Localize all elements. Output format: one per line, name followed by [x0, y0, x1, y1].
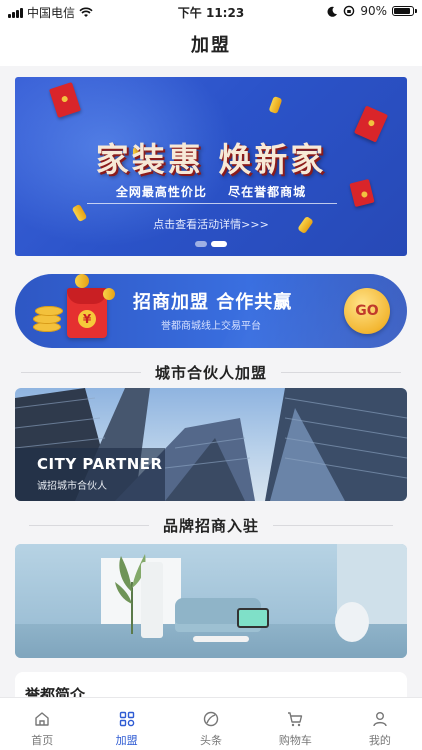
tab-join[interactable]: 加盟 — [84, 698, 168, 750]
gold-coin-decor — [75, 274, 89, 288]
tab-cart-label: 购物车 — [278, 734, 312, 747]
brand-recruit-card[interactable] — [15, 544, 407, 658]
go-button[interactable]: GO — [344, 288, 390, 334]
retro-tv-image — [237, 608, 269, 628]
carousel-dot[interactable] — [211, 241, 227, 247]
divider — [28, 524, 149, 526]
tab-join-label: 加盟 — [115, 734, 138, 747]
coin-stack-decor — [35, 306, 63, 316]
page: 中国电信 下午 11:23 90% 加盟 家装惠 焕新家 全网最高性价比 尽在誉… — [0, 0, 422, 750]
tab-home[interactable]: 首页 — [0, 698, 84, 750]
banner-subtitle: 全网最高性价比 尽在誉都商城 — [15, 183, 407, 200]
section-city-heading: 城市合伙人加盟 — [0, 361, 422, 383]
divider — [273, 524, 393, 526]
tab-headlines[interactable]: 头条 — [169, 698, 253, 750]
divider — [281, 371, 401, 373]
battery-label: 90% — [360, 4, 387, 18]
grid-icon — [119, 711, 134, 727]
user-icon — [373, 712, 387, 727]
section-brand-title: 品牌招商入驻 — [162, 516, 259, 535]
city-card-subtitle: 诚招城市合伙人 — [37, 481, 107, 492]
tab-headlines-label: 头条 — [200, 734, 223, 747]
nav-title: 加盟 — [0, 22, 422, 66]
carousel-dot[interactable] — [195, 241, 207, 247]
section-brand-heading: 品牌招商入驻 — [0, 514, 422, 536]
banner-link[interactable]: 点击查看活动详情>>> — [15, 216, 407, 232]
coffee-table-image — [193, 636, 249, 642]
carousel-dots[interactable] — [15, 241, 407, 247]
tab-bar: 首页 加盟 头条 购物车 我的 — [0, 697, 422, 750]
join-subtitle: 誉都商城线上交易平台 — [161, 321, 261, 332]
join-card[interactable]: ¥ 招商加盟 合作共赢 誉都商城线上交易平台 GO — [15, 274, 407, 348]
tab-profile-label: 我的 — [368, 734, 391, 747]
home-icon — [35, 712, 49, 726]
join-title: 招商加盟 合作共赢 — [133, 292, 293, 313]
city-partner-card[interactable]: CITY PARTNER 诚招城市合伙人 — [15, 388, 407, 501]
battery-icon — [392, 6, 417, 16]
section-city-title: 城市合伙人加盟 — [154, 363, 267, 382]
red-packet-icon: ¥ — [67, 288, 107, 338]
orientation-lock-icon — [344, 5, 355, 17]
city-card-title: CITY PARTNER — [37, 455, 163, 473]
divider — [20, 371, 141, 373]
banner-divider — [87, 203, 337, 204]
tab-home-label: 首页 — [31, 734, 54, 747]
fridge-image — [141, 562, 163, 638]
leaf-icon — [203, 711, 219, 727]
tab-profile[interactable]: 我的 — [338, 698, 422, 750]
moon-icon — [327, 6, 338, 17]
banner-sub-left: 全网最高性价比 — [115, 185, 207, 199]
banner-title: 家装惠 焕新家 — [95, 140, 327, 179]
tab-cart[interactable]: 购物车 — [253, 698, 337, 750]
cart-icon — [288, 712, 303, 727]
gold-coin-decor — [268, 95, 283, 115]
banner-sub-right: 尽在誉都商城 — [228, 185, 307, 199]
gold-coin-decor — [103, 288, 115, 300]
promo-banner[interactable]: 家装惠 焕新家 全网最高性价比 尽在誉都商城 点击查看活动详情>>> — [15, 77, 407, 256]
status-bar: 中国电信 下午 11:23 90% — [0, 0, 422, 22]
status-right: 90% — [327, 4, 417, 18]
city-card-label: CITY PARTNER 诚招城市合伙人 — [15, 448, 165, 501]
speaker-lamp-image — [335, 602, 369, 642]
